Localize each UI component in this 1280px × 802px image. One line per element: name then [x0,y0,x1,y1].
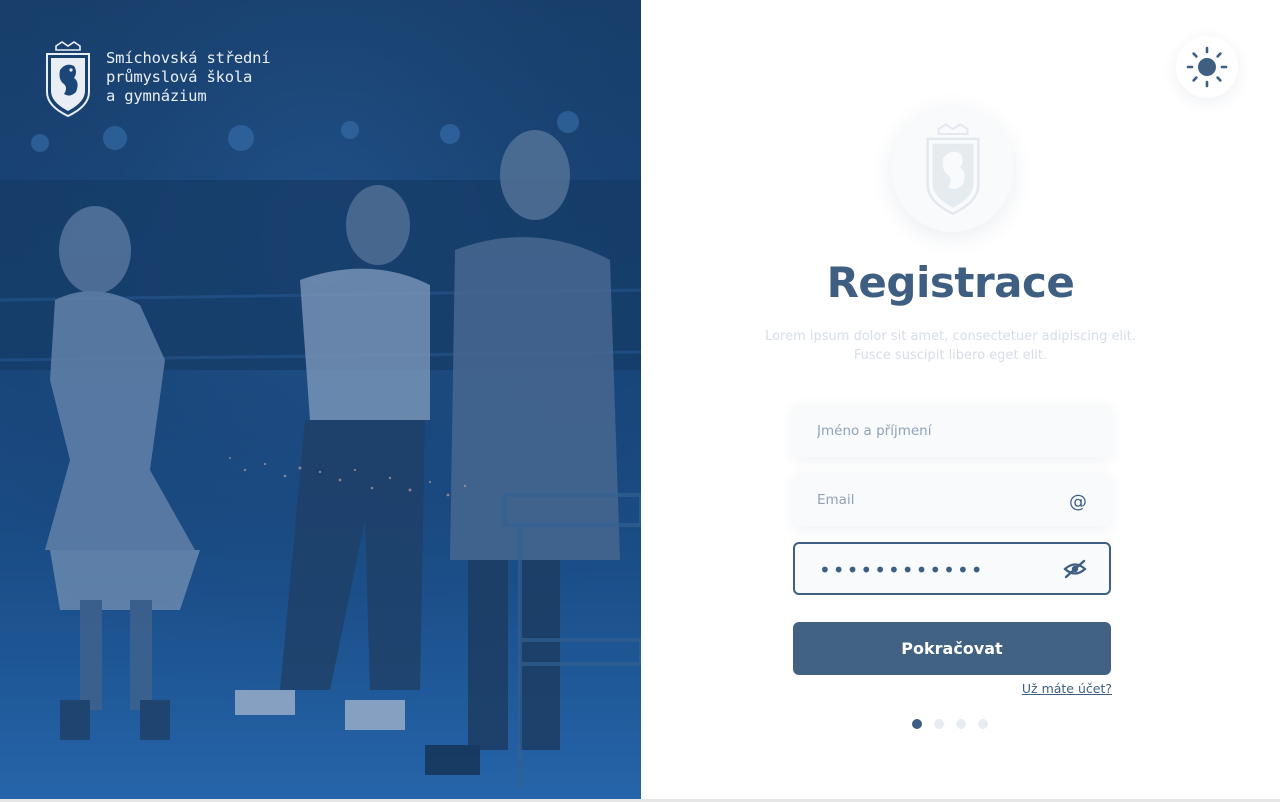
page-subtitle: Lorem ipsum dolor sit amet, consectetuer… [740,327,1161,365]
eye-off-icon [1063,559,1087,578]
name-field [793,404,1111,457]
password-field [793,542,1111,595]
step-dot-1[interactable] [912,719,922,729]
name-input[interactable] [793,404,1111,457]
email-field: @ [793,473,1111,526]
continue-button[interactable]: Pokračovat [793,622,1111,675]
sun-icon [1186,46,1228,88]
password-visibility-toggle[interactable] [1063,559,1087,579]
school-brand[interactable]: Smíchovská střední průmyslová škola a gy… [44,40,271,118]
step-dot-2[interactable] [934,719,944,729]
registration-page: Smíchovská střední průmyslová škola a gy… [0,0,1280,802]
step-indicator [912,719,988,729]
at-sign-icon: @ [1069,491,1087,512]
theme-toggle-button[interactable] [1176,36,1238,98]
subtitle-line2: Fusce suscipit libero eget elit. [853,348,1048,363]
school-crest-icon [46,41,90,118]
hero-panel: Smíchovská střední průmyslová škola a gy… [0,0,641,799]
password-input[interactable] [795,544,1109,593]
existing-account-link[interactable]: Už máte účet? [1022,681,1112,696]
page-title: Registrace [826,258,1075,307]
school-logo [891,105,1014,232]
step-dot-4[interactable] [978,719,988,729]
hero-overlay [0,0,641,799]
school-name: Smíchovská střední průmyslová škola a gy… [106,49,271,106]
school-crest-icon [925,122,980,215]
step-dot-3[interactable] [956,719,966,729]
school-name-line3: a gymnázium [106,87,207,105]
school-name-line2: průmyslová škola [106,68,253,86]
school-name-line1: Smíchovská střední [106,49,271,67]
subtitle-line1: Lorem ipsum dolor sit amet, consectetuer… [765,329,1136,344]
email-input[interactable] [793,473,1111,526]
